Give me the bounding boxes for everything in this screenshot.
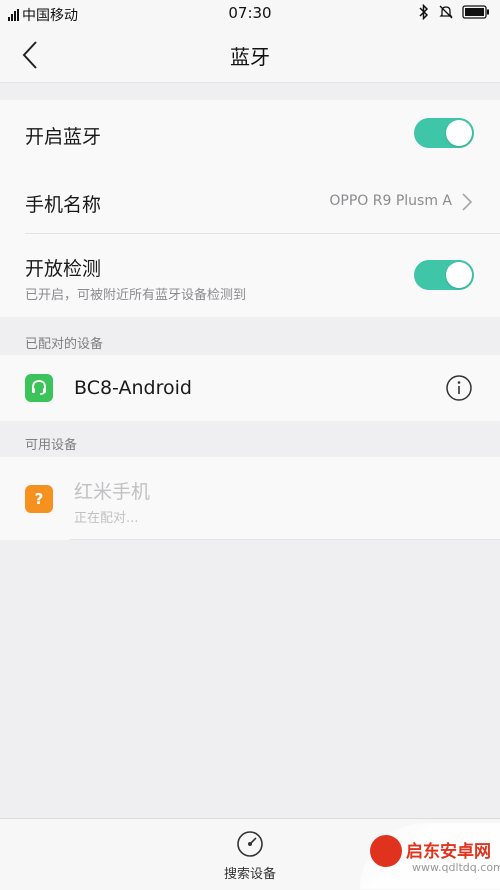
bluetooth-toggle-row[interactable]: 开启蓝牙 bbox=[0, 100, 500, 168]
available-device-status: 正在配对... bbox=[74, 511, 139, 526]
page-title: 蓝牙 bbox=[230, 45, 270, 69]
toggle-knob bbox=[446, 120, 472, 146]
scan-devices-label: 搜索设备 bbox=[223, 867, 276, 882]
available-devices-group: ? 红米手机 正在配对... bbox=[0, 457, 500, 540]
scan-devices-button[interactable]: 搜索设备 bbox=[210, 829, 290, 885]
visibility-description: 已开启，可被附近所有蓝牙设备检测到 bbox=[25, 288, 247, 303]
phone-name-label: 手机名称 bbox=[25, 194, 102, 216]
available-device-row[interactable]: ? 红米手机 正在配对... bbox=[0, 457, 500, 540]
visibility-label: 开放检测 bbox=[25, 258, 102, 280]
site-logo-icon bbox=[370, 835, 402, 867]
paired-device-name: BC8-Android bbox=[74, 377, 192, 399]
phone-name-value: OPPO R9 Plusm A bbox=[329, 193, 452, 209]
paired-section-header: 已配对的设备 bbox=[25, 337, 104, 352]
headset-icon bbox=[25, 374, 53, 402]
available-section-header: 可用设备 bbox=[25, 438, 78, 453]
visibility-toggle[interactable] bbox=[414, 260, 474, 290]
battery-icon bbox=[462, 5, 489, 19]
toggle-knob bbox=[446, 262, 472, 288]
visibility-toggle-row[interactable]: 开放检测 已开启，可被附近所有蓝牙设备检测到 bbox=[0, 234, 500, 317]
bluetooth-toggle[interactable] bbox=[414, 118, 474, 148]
bluetooth-toggle-label: 开启蓝牙 bbox=[25, 126, 102, 148]
watermark-url: www.qdltdq.com bbox=[412, 861, 500, 874]
bluetooth-icon bbox=[419, 4, 429, 20]
available-device-name: 红米手机 bbox=[74, 481, 151, 503]
status-icons bbox=[418, 4, 490, 20]
nav-bar: 蓝牙 bbox=[0, 26, 500, 83]
info-icon[interactable] bbox=[445, 374, 473, 402]
mute-bell-icon bbox=[439, 5, 453, 19]
paired-devices-group: BC8-Android bbox=[0, 355, 500, 421]
unknown-device-icon: ? bbox=[25, 485, 53, 513]
status-bar: 中国移动 07:30 bbox=[0, 0, 500, 26]
paired-device-row[interactable]: BC8-Android bbox=[0, 355, 500, 421]
phone-name-row[interactable]: 手机名称 OPPO R9 Plusm A bbox=[0, 168, 500, 234]
chevron-right-icon bbox=[462, 193, 473, 211]
bluetooth-settings-group: 开启蓝牙 手机名称 OPPO R9 Plusm A 开放检测 已开启，可被附近所… bbox=[0, 100, 500, 317]
radar-scan-icon bbox=[237, 831, 263, 857]
row-divider bbox=[70, 539, 500, 540]
watermark-text: 启东安卓网 bbox=[406, 842, 491, 862]
